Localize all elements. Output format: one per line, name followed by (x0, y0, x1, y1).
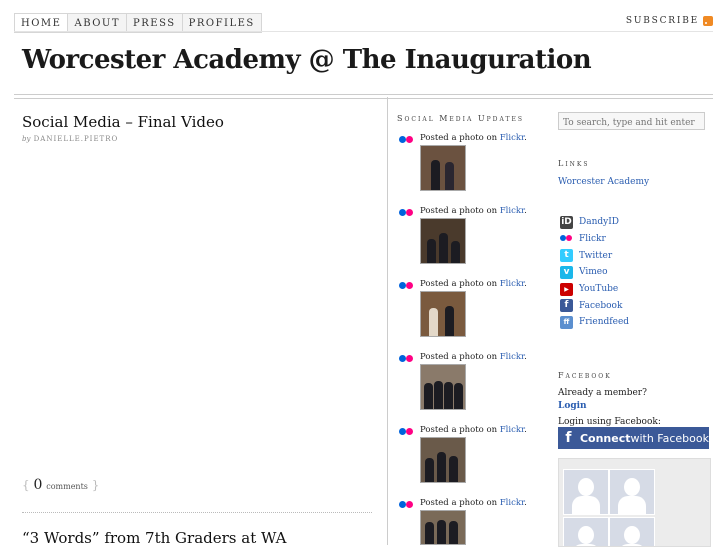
comments-count: 0 (33, 477, 43, 493)
photo-thumbnail[interactable] (420, 510, 466, 545)
social-link-friendfeed[interactable]: ff Friendfeed (560, 314, 629, 331)
avatar[interactable] (609, 469, 655, 515)
social-link-label: Flickr (579, 234, 606, 245)
flickr-link[interactable]: Flickr (500, 498, 524, 508)
connect-bold-label: Connect (579, 431, 631, 445)
nav-home[interactable]: HOME (15, 14, 69, 32)
flickr-link[interactable]: Flickr (500, 133, 524, 143)
update-text: Posted a photo on (420, 206, 500, 216)
social-updates-heading: Social Media Updates (397, 114, 524, 123)
update-punct: . (524, 425, 527, 435)
flickr-icon (399, 282, 415, 289)
facebook-connect-button[interactable]: f Connect with Facebook (558, 427, 709, 449)
connect-rest-label: with Facebook (630, 431, 709, 445)
byline-prefix: by (22, 135, 31, 143)
photo-thumbnail[interactable] (420, 145, 466, 191)
update-text: Posted a photo on (420, 352, 500, 362)
avatar[interactable] (563, 469, 609, 515)
social-link-youtube[interactable]: ▶ YouTube (560, 281, 629, 298)
already-member-text: Already a member? (558, 388, 647, 398)
photo-thumbnail[interactable] (420, 364, 466, 410)
header-rule (14, 94, 713, 99)
social-link-label: DandyID (579, 217, 619, 228)
post-divider (22, 512, 372, 513)
flickr-icon (399, 136, 415, 143)
social-link-twitter[interactable]: t Twitter (560, 247, 629, 264)
update-punct: . (524, 279, 527, 289)
update-punct: . (524, 133, 527, 143)
social-link-vimeo[interactable]: v Vimeo (560, 264, 629, 281)
social-link-label: Facebook (579, 300, 623, 311)
social-link-facebook[interactable]: f Facebook (560, 297, 629, 314)
column-divider (387, 97, 388, 545)
comments-label: comments (46, 482, 88, 491)
avatar[interactable] (563, 517, 609, 546)
post-title[interactable]: “3 Words” from 7th Graders at WA (22, 529, 287, 547)
links-heading: Links (558, 159, 590, 168)
subscribe-label: SUBSCRIBE (625, 16, 699, 26)
social-link-flickr[interactable]: Flickr (560, 231, 629, 248)
youtube-icon: ▶ (560, 282, 573, 296)
flickr-icon (399, 209, 415, 216)
nav-profiles[interactable]: PROFILES (183, 14, 261, 32)
flickr-icon (399, 355, 415, 362)
comments-open-brace: { (22, 478, 30, 492)
subscribe-link[interactable]: SUBSCRIBE (626, 16, 713, 26)
login-using-text: Login using Facebook: (558, 417, 661, 427)
social-link-label: YouTube (579, 284, 619, 295)
comments-close-brace: } (91, 478, 100, 492)
flickr-link[interactable]: Flickr (500, 425, 524, 435)
twitter-icon: t (560, 249, 573, 263)
top-divider (14, 31, 713, 32)
search-input[interactable] (558, 112, 705, 130)
site-title[interactable]: Worcester Academy @ The Inauguration (22, 45, 592, 75)
post-author[interactable]: DANIELLE.PIETRO (34, 135, 119, 143)
nav-about[interactable]: ABOUT (68, 14, 128, 32)
vimeo-icon: v (560, 265, 573, 279)
facebook-icon: f (565, 430, 572, 446)
photo-thumbnail[interactable] (420, 218, 466, 264)
login-link[interactable]: Login (558, 401, 587, 411)
social-link-dandyid[interactable]: iD DandyID (560, 214, 629, 231)
update-punct: . (524, 206, 527, 216)
update-text: Posted a photo on (420, 279, 500, 289)
update-text: Posted a photo on (420, 133, 500, 143)
link-worcester-academy[interactable]: Worcester Academy (558, 177, 649, 187)
friendfeed-icon: ff (560, 315, 573, 329)
facebook-icon: f (560, 299, 573, 313)
facebook-members-box (558, 458, 711, 547)
update-text: Posted a photo on (420, 425, 500, 435)
social-links-list: iD DandyID Flickr t Twitter v Vimeo ▶ Yo… (560, 214, 629, 331)
social-link-label: Twitter (579, 250, 613, 261)
flickr-link[interactable]: Flickr (500, 206, 524, 216)
update-text: Posted a photo on (420, 498, 500, 508)
flickr-link[interactable]: Flickr (500, 279, 524, 289)
photo-thumbnail[interactable] (420, 437, 466, 483)
dandyid-icon: iD (560, 215, 573, 229)
nav-press[interactable]: PRESS (127, 14, 183, 32)
photo-thumbnail[interactable] (420, 291, 466, 337)
avatar[interactable] (609, 517, 655, 546)
flickr-icon (399, 501, 415, 508)
comments-link[interactable]: { 0 comments } (22, 477, 99, 493)
rss-icon (703, 16, 713, 26)
post-byline: by DANIELLE.PIETRO (22, 135, 118, 143)
flickr-link[interactable]: Flickr (500, 352, 524, 362)
update-punct: . (524, 498, 527, 508)
post-title[interactable]: Social Media – Final Video (22, 113, 224, 131)
social-link-label: Vimeo (579, 267, 608, 278)
flickr-icon (560, 233, 573, 246)
social-link-label: Friendfeed (579, 317, 630, 328)
update-punct: . (524, 352, 527, 362)
top-nav: HOME ABOUT PRESS PROFILES (14, 13, 262, 33)
facebook-heading: Facebook (558, 371, 612, 380)
flickr-icon (399, 428, 415, 435)
